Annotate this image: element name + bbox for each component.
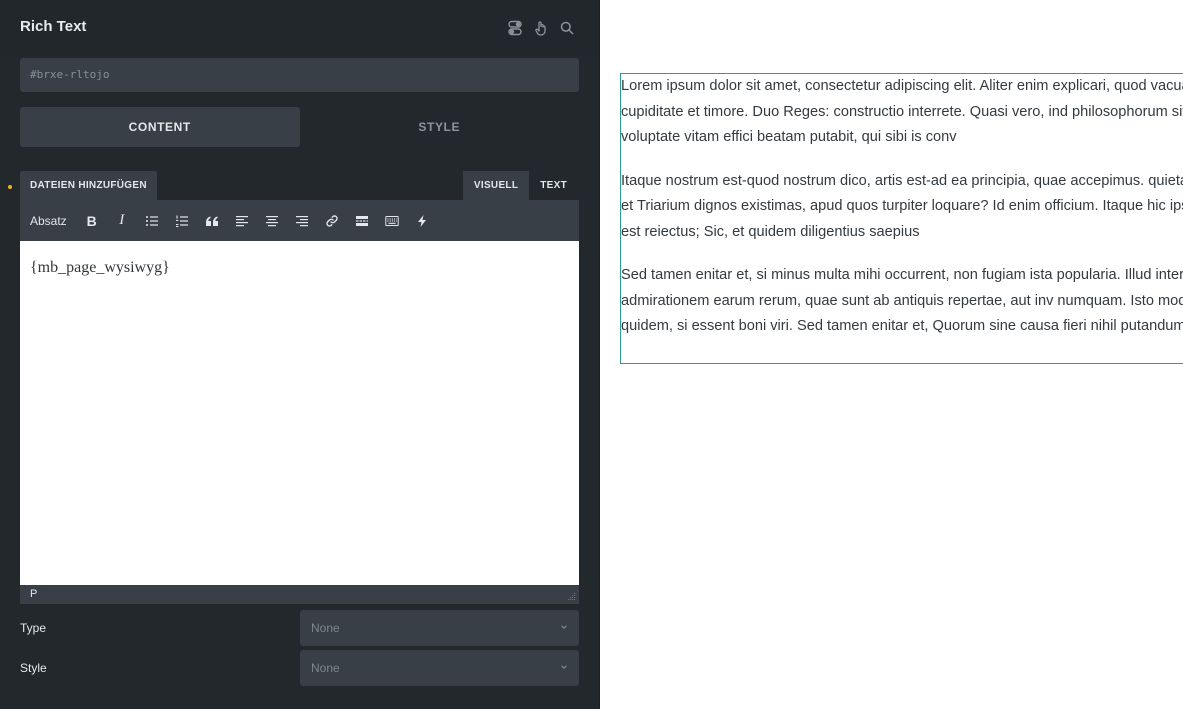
tab-text[interactable]: TEXT [529, 171, 578, 200]
settings-panel: Rich Text #brxe-rltojo CONTENT STYLE DAT… [0, 0, 600, 709]
editor-statusbar: P [20, 585, 579, 604]
preview-paragraph: Lorem ipsum dolor sit amet, consectetur … [621, 78, 1183, 145]
style-select[interactable]: None [300, 650, 579, 686]
bullet-list-icon[interactable] [137, 206, 167, 236]
tab-content[interactable]: CONTENT [20, 107, 300, 147]
type-select-value: None [311, 621, 340, 635]
changed-indicator-dot [8, 185, 12, 189]
pointer-hand-icon[interactable] [533, 19, 549, 37]
header-icons [507, 19, 575, 37]
rich-text-preview[interactable]: Lorem ipsum dolor sit amet, consectetur … [620, 73, 1183, 364]
type-control: Type None [20, 610, 579, 646]
align-right-icon[interactable] [287, 206, 317, 236]
read-more-icon[interactable] [347, 206, 377, 236]
type-select[interactable]: None [300, 610, 579, 646]
panel-tabs: CONTENT STYLE [20, 107, 579, 147]
editor-toolbar: Absatz B I [20, 200, 579, 241]
italic-icon[interactable]: I [107, 206, 137, 236]
chevron-down-icon [561, 625, 567, 630]
element-path[interactable]: P [30, 588, 37, 600]
style-control: Style None [20, 650, 579, 686]
numbered-list-icon[interactable] [167, 206, 197, 236]
tab-style[interactable]: STYLE [300, 107, 580, 147]
keyboard-icon[interactable] [377, 206, 407, 236]
panel-title: Rich Text [20, 18, 87, 35]
align-left-icon[interactable] [227, 206, 257, 236]
format-select[interactable]: Absatz [30, 214, 67, 228]
preview-paragraph: Sed tamen enitar et, si minus multa mihi… [621, 267, 1183, 334]
search-icon[interactable] [559, 19, 575, 37]
editor-content-text: {mb_page_wysiwyg} [30, 259, 170, 276]
add-files-button[interactable]: DATEIEN HINZUFÜGEN [20, 171, 157, 200]
bold-icon[interactable]: B [77, 206, 107, 236]
editor-mode-tabs: VISUELL TEXT [462, 171, 578, 200]
dynamic-data-icon[interactable] [407, 206, 437, 236]
align-center-icon[interactable] [257, 206, 287, 236]
chevron-down-icon [561, 665, 567, 670]
element-id-field[interactable]: #brxe-rltojo [20, 58, 579, 92]
style-label: Style [20, 661, 47, 675]
preview-paragraph: Itaque nostrum est-quod nostrum dico, ar… [621, 172, 1183, 240]
link-icon[interactable] [317, 206, 347, 236]
tab-visual[interactable]: VISUELL [462, 171, 530, 200]
toggle-icon[interactable] [507, 19, 523, 37]
style-select-value: None [311, 661, 340, 675]
panel-header: Rich Text [0, 0, 599, 56]
resize-handle-icon[interactable] [567, 592, 576, 601]
editor-content-area[interactable]: {mb_page_wysiwyg} [20, 241, 579, 585]
type-label: Type [20, 621, 47, 635]
blockquote-icon[interactable] [197, 206, 227, 236]
